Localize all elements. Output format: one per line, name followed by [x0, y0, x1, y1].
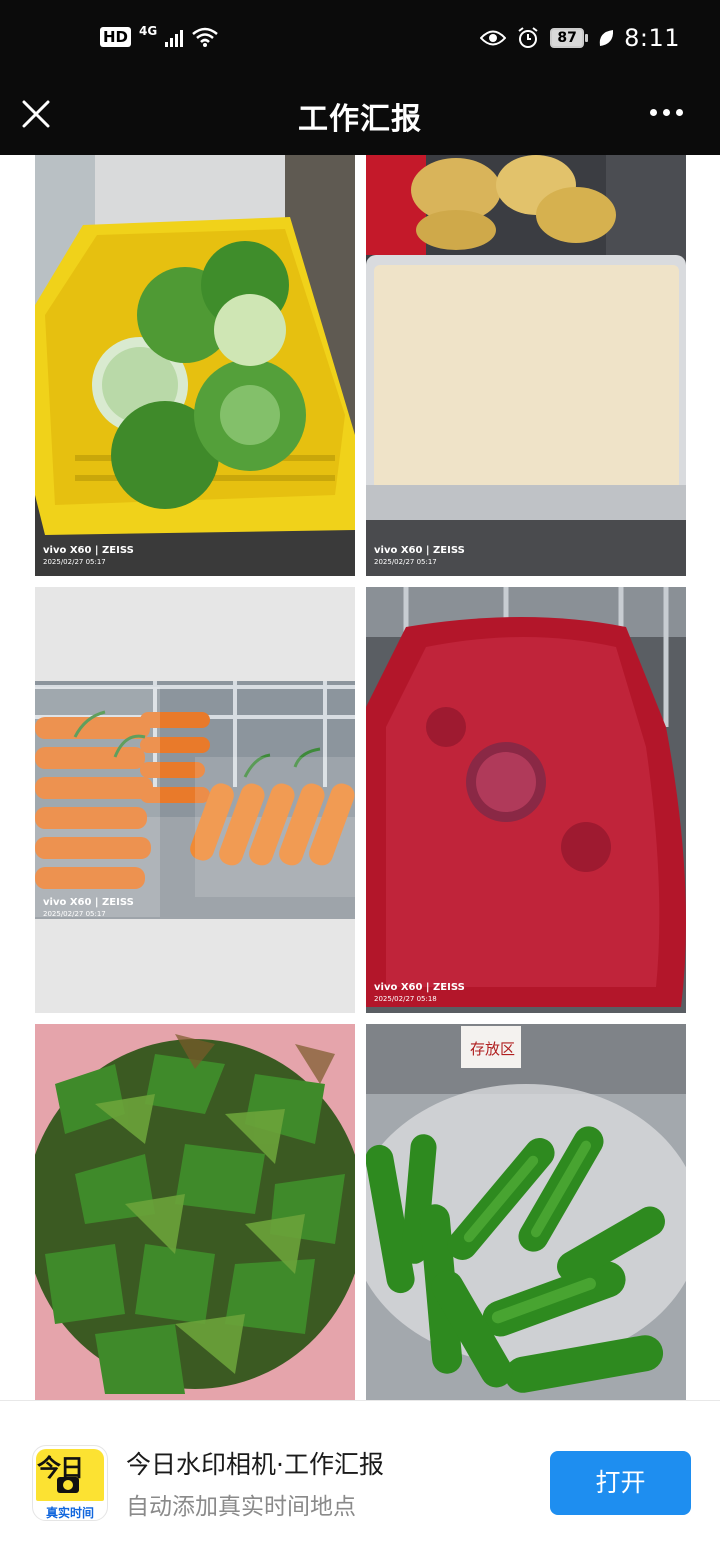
network-type: 4G	[139, 24, 158, 38]
photo-carrots[interactable]: vivo X60 | ZEISS 2025/02/27 05:17	[35, 587, 355, 1013]
photo-peppers[interactable]: 存放区	[366, 1024, 686, 1400]
battery-icon: 87	[550, 28, 589, 48]
watermark-date: 2025/02/27 05:18	[374, 995, 437, 1003]
watermark-brand: vivo X60 | ZEISS	[43, 545, 134, 556]
page-title: 工作汇报	[298, 102, 422, 137]
watermark-brand: vivo X60 | ZEISS	[43, 897, 134, 908]
hd-badge: HD	[100, 27, 132, 47]
status-left: HD 4G	[100, 24, 219, 48]
watermark-brand: vivo X60 | ZEISS	[374, 545, 465, 556]
photo-watermark: vivo X60 | ZEISS 2025/02/27 05:18	[374, 982, 465, 1003]
clock-time: 8:11	[624, 24, 680, 52]
watermark-date: 2025/02/27 05:17	[374, 558, 437, 566]
app-promo-footer: 今日 真实时间 今日水印相机·工作汇报 自动添加真实时间地点 打开	[0, 1400, 720, 1560]
sign-text: 存放区	[470, 1040, 516, 1058]
watermark-date: 2025/02/27 05:17	[43, 558, 106, 566]
photo-grid: vivo X60 | ZEISS 2025/02/27 05:17 vivo X…	[0, 155, 720, 1400]
app-promo-subtitle: 自动添加真实时间地点	[126, 1494, 356, 1520]
nav-bar: 工作汇报	[0, 84, 720, 155]
photo-onions[interactable]: vivo X60 | ZEISS 2025/02/27 05:18	[366, 587, 686, 1013]
leaf-icon	[599, 30, 614, 46]
photo-dough[interactable]: vivo X60 | ZEISS 2025/02/27 05:17	[366, 155, 686, 576]
wifi-icon	[192, 27, 219, 47]
photo-watermark: vivo X60 | ZEISS 2025/02/27 05:17	[374, 545, 465, 566]
eye-icon	[480, 30, 507, 46]
app-icon-sublabel: 真实时间	[45, 1506, 94, 1520]
open-app-button[interactable]: 打开	[550, 1451, 691, 1515]
alarm-icon	[518, 27, 538, 48]
status-bar: HD 4G 87 8:11	[0, 0, 720, 84]
signal-icon	[165, 27, 184, 47]
photo-watermark: vivo X60 | ZEISS 2025/02/27 05:17	[43, 897, 134, 918]
watermark-date: 2025/02/27 05:17	[43, 910, 106, 918]
watermark-brand: vivo X60 | ZEISS	[374, 982, 465, 993]
app-icon[interactable]: 今日 真实时间	[32, 1445, 108, 1521]
app-promo-title: 今日水印相机·工作汇报	[126, 1450, 384, 1479]
photo-kelp[interactable]	[35, 1024, 355, 1400]
photo-cabbage[interactable]: vivo X60 | ZEISS 2025/02/27 05:17	[35, 155, 355, 576]
photo-watermark: vivo X60 | ZEISS 2025/02/27 05:17	[43, 545, 134, 566]
camera-icon	[57, 1477, 79, 1493]
battery-level: 87	[550, 28, 585, 48]
status-right: 87 8:11	[480, 24, 680, 52]
more-options-icon[interactable]	[650, 102, 690, 122]
